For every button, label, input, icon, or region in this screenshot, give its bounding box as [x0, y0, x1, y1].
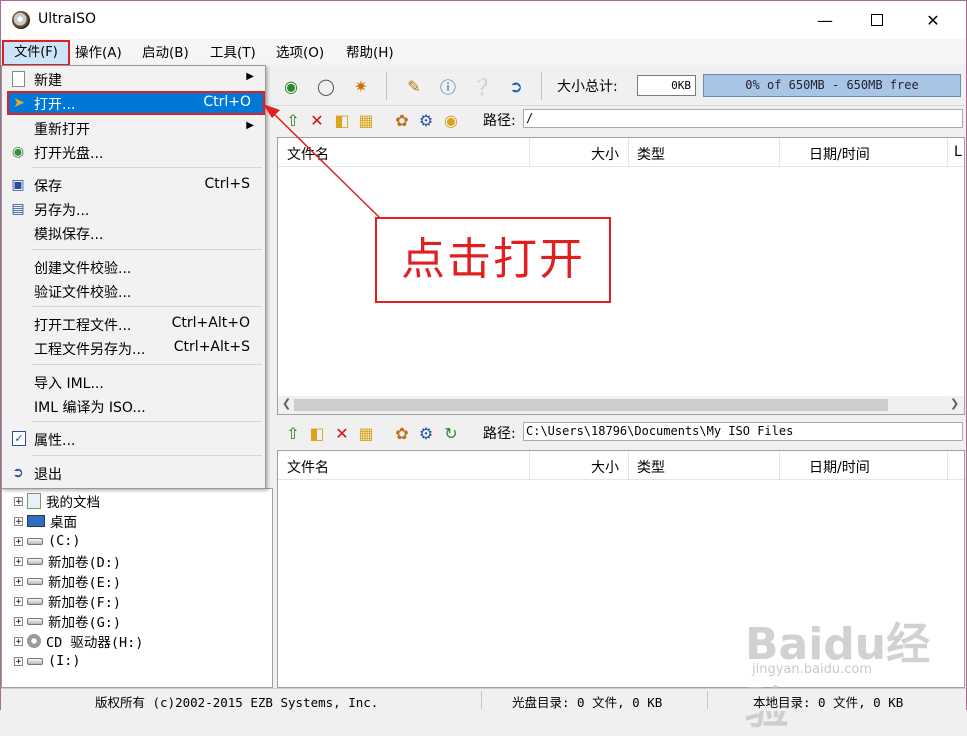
annotation-callout: 点击打开	[375, 217, 611, 303]
annotation-arrow-head	[263, 104, 280, 118]
annotation-arrow	[263, 104, 381, 219]
annotation-arrow-line	[271, 111, 381, 219]
